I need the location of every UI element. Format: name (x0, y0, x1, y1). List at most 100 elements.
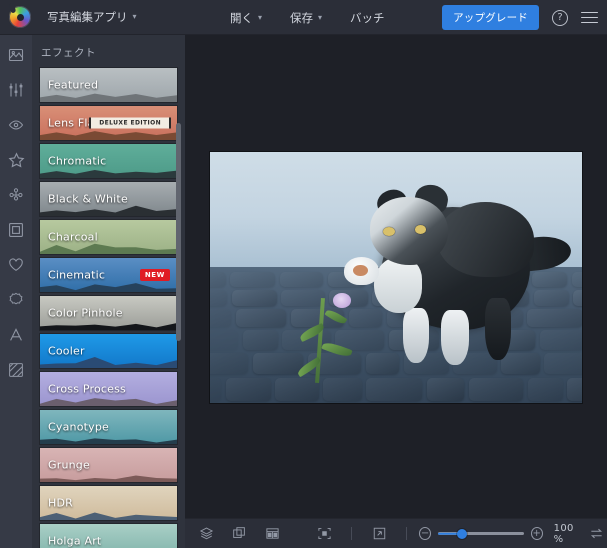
effect-item[interactable]: HDR (39, 485, 178, 521)
color-wheel-logo (9, 6, 31, 28)
photo-cat-back (436, 202, 534, 278)
effect-thumbnail-foreground (40, 475, 177, 482)
layers-icon[interactable] (194, 523, 218, 545)
app-name-menu[interactable]: 写真編集アプリ ▾ (41, 5, 143, 29)
canvas-area[interactable] (185, 35, 607, 518)
effect-item[interactable]: Color Pinhole (39, 295, 178, 331)
app-window: 写真編集アプリ ▾ 開く ▾ 保存 ▾ バッチ アップグレード ? エフェクト … (0, 0, 607, 548)
effect-item[interactable]: Cinematic NEW (39, 257, 178, 293)
photo-cat-eye (414, 224, 427, 234)
chevron-down-icon: ▾ (318, 12, 323, 22)
zoom-out-button[interactable]: − (419, 527, 432, 540)
effect-item-label: Cyanotype (48, 420, 110, 434)
compare-panel-icon[interactable] (260, 523, 284, 545)
photo-stone (533, 290, 569, 306)
effect-item[interactable]: Cooler (39, 333, 178, 369)
sliders-icon[interactable] (6, 80, 26, 100)
swap-arrows-icon[interactable] (584, 523, 607, 545)
photo-stone (527, 377, 563, 401)
photo-cat-chest (373, 257, 423, 313)
bottom-right-icons (584, 523, 607, 545)
zoom-level-label: 100 % (553, 522, 574, 545)
top-right-group: アップグレード ? (442, 0, 598, 35)
effect-item[interactable]: Grunge (39, 447, 178, 483)
deluxe-edition-badge: DELUXE EDITION (89, 117, 171, 129)
image-icon[interactable] (6, 45, 26, 65)
photo-stone (210, 309, 232, 327)
effect-item[interactable]: Charcoal (39, 219, 178, 255)
effect-item[interactable]: Black & White (39, 181, 178, 217)
photo-stone (532, 272, 568, 287)
menu-save[interactable]: 保存 ▾ (287, 6, 325, 30)
effect-item-label: Holga Art (48, 534, 102, 548)
frame-icon[interactable] (6, 220, 26, 240)
effect-item[interactable]: Lens Flare DELUXE EDITION (39, 105, 178, 141)
photo-stone (230, 272, 276, 287)
effect-item-label: Featured (48, 78, 99, 92)
photo-stone (567, 377, 582, 401)
effect-item-label: Cinematic (48, 268, 106, 282)
photo-stone (210, 353, 249, 375)
photo-stone (281, 290, 325, 306)
zoom-slider-handle[interactable] (457, 528, 468, 539)
new-badge: NEW (139, 269, 170, 281)
effect-thumbnail-foreground (40, 323, 177, 330)
sticker-icon[interactable] (6, 290, 26, 310)
menu-open-label: 開く (230, 10, 253, 25)
eye-icon[interactable] (6, 115, 26, 135)
photo-stone (279, 272, 324, 287)
toolbar-divider (406, 527, 407, 540)
hamburger-menu-icon[interactable] (581, 11, 598, 24)
heart-icon[interactable] (6, 255, 26, 275)
actual-size-icon[interactable] (367, 523, 391, 545)
effect-item-label: Black & White (48, 192, 128, 206)
question-circle-icon[interactable]: ? (552, 9, 568, 26)
effects-list: Featured Lens Flare DELUXE EDITION Chromati… (32, 67, 185, 548)
photo-stone (235, 309, 287, 327)
top-bar: 写真編集アプリ ▾ 開く ▾ 保存 ▾ バッチ アップグレード ? (0, 0, 607, 35)
effect-thumbnail-foreground (40, 93, 177, 102)
edited-photo[interactable] (210, 152, 582, 403)
photo-stone (571, 272, 582, 287)
photo-stone (252, 353, 304, 375)
effect-item-label: Cross Process (48, 382, 126, 396)
zoom-in-button[interactable]: + (530, 527, 543, 540)
effect-item[interactable]: Holga Art (39, 523, 178, 548)
text-a-icon[interactable] (6, 325, 26, 345)
photo-stone (501, 353, 540, 375)
photo-stone (210, 330, 239, 350)
photo-stone (468, 377, 524, 401)
effect-thumbnail-foreground (40, 398, 177, 406)
photo-stone (210, 272, 226, 287)
photo-stone (231, 290, 277, 306)
texture-icon[interactable] (6, 360, 26, 380)
effects-scrollbar-track[interactable] (176, 63, 183, 543)
crop-icon[interactable] (227, 523, 251, 545)
effect-item-label: HDR (48, 496, 73, 510)
effect-item[interactable]: Chromatic (39, 143, 178, 179)
photo-stone (527, 309, 582, 327)
effect-item[interactable]: Cross Process (39, 371, 178, 407)
chevron-down-icon: ▾ (132, 12, 137, 21)
photo-cat-leg (485, 297, 512, 361)
menu-batch[interactable]: バッチ (347, 6, 388, 30)
star-icon[interactable] (6, 150, 26, 170)
effect-item-label: Chromatic (48, 154, 107, 168)
zoom-slider[interactable] (438, 527, 524, 540)
effect-item[interactable]: Cyanotype (39, 409, 178, 445)
photo-stone (573, 290, 582, 306)
effects-scrollbar[interactable] (176, 123, 181, 341)
fit-to-screen-icon[interactable] (312, 523, 336, 545)
photo-stone (242, 330, 278, 350)
top-menu-group: 開く ▾ 保存 ▾ バッチ (227, 0, 388, 35)
upgrade-button[interactable]: アップグレード (442, 5, 539, 30)
particles-icon[interactable] (6, 185, 26, 205)
photo-stone (544, 353, 582, 375)
effect-thumbnail-foreground (40, 283, 177, 292)
app-name-label: 写真編集アプリ (47, 10, 128, 24)
bottom-view-icons (312, 523, 413, 545)
menu-open[interactable]: 開く ▾ (227, 6, 265, 30)
photo-stone (210, 290, 228, 306)
effect-item[interactable]: Featured (39, 67, 178, 103)
left-tool-rail (0, 35, 32, 548)
